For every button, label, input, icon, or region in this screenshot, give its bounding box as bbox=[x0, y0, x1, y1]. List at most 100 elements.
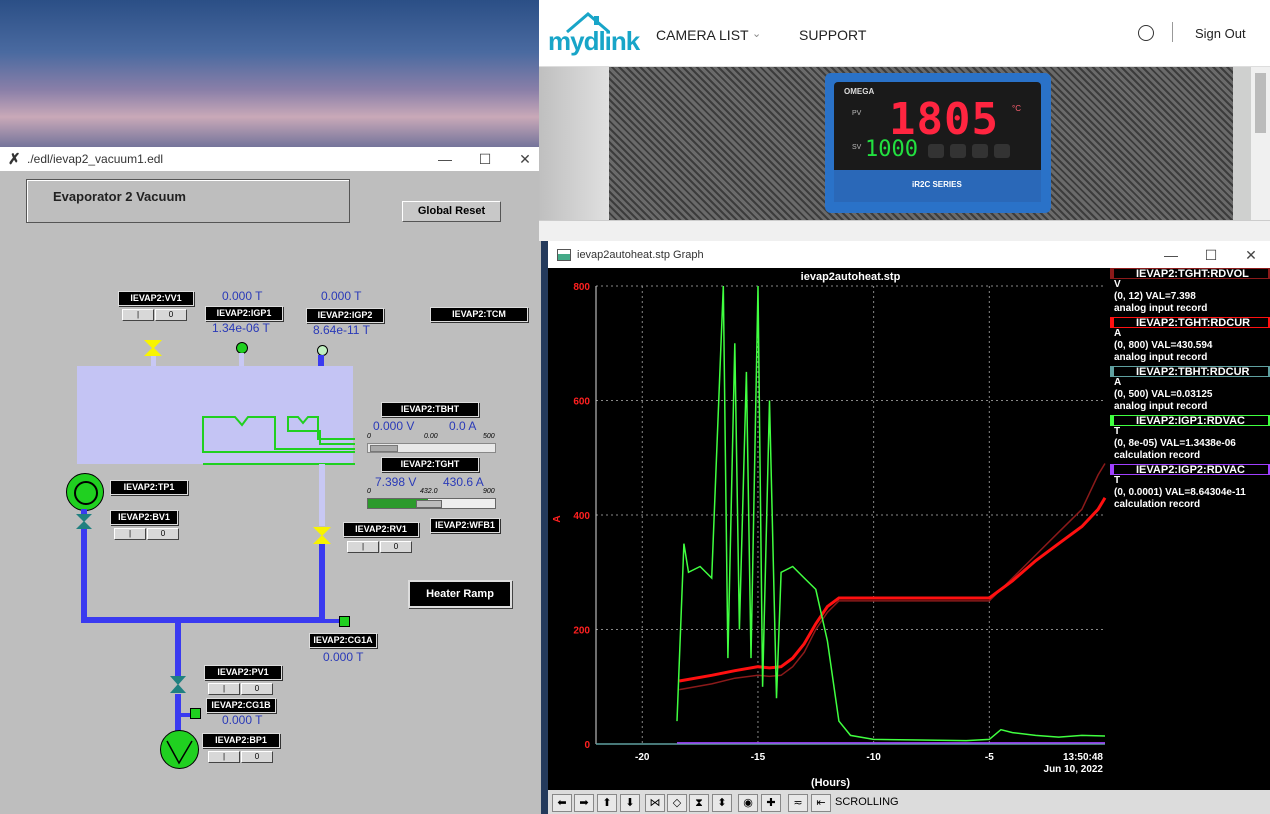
edm-window-title: ./edl/ievap2_vacuum1.edl bbox=[27, 152, 164, 166]
tght-scale-max: 900 bbox=[483, 488, 495, 495]
igp2-label[interactable]: IEVAP2:IGP2 bbox=[306, 308, 384, 323]
legend-entry-name[interactable]: IEVAP2:TBHT:RDCUR bbox=[1110, 366, 1270, 378]
vv1-close-button[interactable]: 0 bbox=[155, 309, 187, 321]
sv-display: 1000 bbox=[865, 137, 918, 162]
valve-bv1-bottom-icon bbox=[76, 521, 92, 529]
strip-chart[interactable]: ievap2autoheat.stp 0 200 400 600 800 -20 -15 -10… bbox=[548, 268, 1110, 790]
legend-entry-desc: calculation record bbox=[1114, 499, 1201, 510]
zoom-out-x-icon[interactable]: ◇ bbox=[667, 794, 687, 812]
tght-slider-thumb[interactable] bbox=[416, 500, 442, 508]
igp1-pipe bbox=[239, 353, 244, 366]
plot-area[interactable]: ievap2autoheat.stp 0 200 400 600 800 -20 -15 -10… bbox=[548, 268, 1270, 790]
valve-pv1-bottom-icon bbox=[170, 684, 186, 693]
rv1-label[interactable]: IEVAP2:RV1 bbox=[343, 522, 419, 537]
camera-feed[interactable]: OMEGA PV SV 1805 °C 1000 iR2C SERIES bbox=[539, 67, 1251, 220]
bp1-label[interactable]: IEVAP2:BP1 bbox=[202, 733, 280, 748]
scroll-status: SCROLLING bbox=[835, 796, 899, 808]
rv1-controls: | 0 bbox=[347, 541, 413, 553]
chart-title: ievap2autoheat.stp bbox=[801, 271, 901, 283]
bp1-on-button[interactable]: | bbox=[208, 751, 240, 763]
zoom-out-y-icon[interactable]: ⬍ bbox=[712, 794, 732, 812]
pv1-close-button[interactable]: 0 bbox=[241, 683, 273, 695]
tght-label[interactable]: IEVAP2:TGHT bbox=[381, 457, 479, 472]
auto-scale-icon[interactable]: ≂ bbox=[788, 794, 808, 812]
gauge-cg1b-icon[interactable] bbox=[190, 708, 201, 719]
feed-scrollbar[interactable] bbox=[1251, 67, 1270, 220]
controller-key-4 bbox=[994, 144, 1010, 158]
pv1-label[interactable]: IEVAP2:PV1 bbox=[204, 665, 282, 680]
legend-entry-range: (0, 0.0001) VAL=8.64304e-11 bbox=[1114, 487, 1246, 498]
panel-title: Evaporator 2 Vacuum bbox=[53, 189, 186, 204]
backing-pump-bp1-icon[interactable] bbox=[160, 730, 199, 769]
nav-support[interactable]: SUPPORT bbox=[799, 27, 866, 43]
legend-entry-desc: calculation record bbox=[1114, 450, 1201, 461]
legend-entry-name[interactable]: IEVAP2:IGP2:RDVAC bbox=[1110, 464, 1270, 476]
feed-hscrollbar[interactable] bbox=[539, 220, 1270, 241]
pv1-open-button[interactable]: | bbox=[208, 683, 240, 695]
refresh-icon[interactable]: ✚ bbox=[761, 794, 781, 812]
pan-left-icon[interactable]: ⬅ bbox=[552, 794, 572, 812]
turbo-pump-tp1-icon[interactable] bbox=[66, 473, 104, 511]
mydlink-logo[interactable]: mydlink bbox=[548, 26, 640, 57]
zoom-in-y-icon[interactable]: ⧗ bbox=[689, 794, 709, 812]
chevron-down-icon[interactable]: ⌄ bbox=[752, 27, 761, 40]
tght-slider[interactable] bbox=[367, 498, 496, 509]
cg1a-label[interactable]: IEVAP2:CG1A bbox=[309, 633, 377, 648]
x-axis-label: (Hours) bbox=[811, 777, 850, 789]
graph-minimize-icon[interactable]: — bbox=[1151, 243, 1191, 267]
minimize-icon[interactable]: — bbox=[425, 147, 465, 171]
legend-entry-desc: analog input record bbox=[1114, 401, 1208, 412]
omega-controller: OMEGA PV SV 1805 °C 1000 iR2C SERIES bbox=[834, 82, 1041, 202]
legend: IEVAP2:TGHT:RDVOL V (0, 12) VAL=7.398 analo… bbox=[1110, 268, 1270, 790]
graph-close-icon[interactable]: ✕ bbox=[1231, 243, 1270, 267]
cg1b-label[interactable]: IEVAP2:CG1B bbox=[206, 698, 276, 713]
legend-entry-name[interactable]: IEVAP2:IGP1:RDVAC bbox=[1110, 415, 1270, 427]
pan-up-icon[interactable]: ⬆ bbox=[597, 794, 617, 812]
reset-icon[interactable]: ◉ bbox=[738, 794, 758, 812]
igp1-label[interactable]: IEVAP2:IGP1 bbox=[205, 306, 283, 321]
bp1-off-button[interactable]: 0 bbox=[241, 751, 273, 763]
tbht-scale-max: 500 bbox=[483, 433, 495, 440]
cg1a-tap-pipe bbox=[325, 619, 339, 623]
series-line-ievap2-igp1-rdvac bbox=[676, 285, 1106, 742]
legend-entry-name[interactable]: IEVAP2:TGHT:RDVOL bbox=[1110, 268, 1270, 280]
igp1-pressure: 1.34e-06 T bbox=[212, 321, 270, 335]
bv1-close-button[interactable]: 0 bbox=[147, 528, 179, 540]
vv1-label[interactable]: IEVAP2:VV1 bbox=[118, 291, 194, 306]
rv1-close-button[interactable]: 0 bbox=[380, 541, 412, 553]
heater-ramp-button[interactable]: Heater Ramp bbox=[408, 580, 512, 608]
gauge-cg1a-icon[interactable] bbox=[339, 616, 350, 627]
maximize-icon[interactable]: ☐ bbox=[465, 147, 505, 171]
tbht-label[interactable]: IEVAP2:TBHT bbox=[381, 402, 479, 417]
tbht-slider-thumb[interactable] bbox=[370, 445, 398, 452]
account-icon[interactable] bbox=[1138, 25, 1154, 41]
mydlink-header: mydlink CAMERA LIST ⌄ SUPPORT Sign Out bbox=[539, 0, 1270, 67]
pan-down-icon[interactable]: ⬇ bbox=[620, 794, 640, 812]
tp1-label[interactable]: IEVAP2:TP1 bbox=[110, 480, 188, 495]
timestamp-label: 13:50:48 bbox=[1063, 752, 1103, 763]
x-tick-label: -10 bbox=[866, 752, 881, 763]
feed-scrollbar-thumb[interactable] bbox=[1255, 73, 1266, 133]
tbht-slider[interactable] bbox=[367, 443, 496, 453]
global-reset-button[interactable]: Global Reset bbox=[402, 201, 501, 222]
pan-right-icon[interactable]: ➡ bbox=[574, 794, 594, 812]
scroll-mode-icon[interactable]: ⇤ bbox=[811, 794, 831, 812]
graph-toolbar: ⬅ ➡ ⬆ ⬇ ⋈ ◇ ⧗ ⬍ ◉ ✚ ≂ ⇤ SCROLLING bbox=[548, 790, 1270, 814]
vv1-open-button[interactable]: | bbox=[122, 309, 154, 321]
bv1-label[interactable]: IEVAP2:BV1 bbox=[110, 510, 178, 525]
legend-entry-unit: T bbox=[1114, 426, 1121, 437]
nav-camera-list[interactable]: CAMERA LIST bbox=[656, 27, 749, 43]
tcm-label[interactable]: IEVAP2:TCM bbox=[430, 307, 528, 322]
legend-entry-name[interactable]: IEVAP2:TGHT:RDCUR bbox=[1110, 317, 1270, 329]
bv1-open-button[interactable]: | bbox=[114, 528, 146, 540]
graph-maximize-icon[interactable]: ☐ bbox=[1191, 243, 1231, 267]
sign-out-link[interactable]: Sign Out bbox=[1195, 26, 1246, 41]
igp2-pressure-t: 0.000 T bbox=[321, 289, 362, 303]
tght-current: 430.6 A bbox=[443, 475, 484, 489]
legend-entry-unit: A bbox=[1114, 328, 1122, 339]
zoom-in-x-icon[interactable]: ⋈ bbox=[645, 794, 665, 812]
wfb1-label[interactable]: IEVAP2:WFB1 bbox=[430, 518, 500, 533]
rv1-open-button[interactable]: | bbox=[347, 541, 379, 553]
y-axis-label: A bbox=[552, 515, 563, 522]
legend-entry-desc: analog input record bbox=[1114, 352, 1208, 363]
